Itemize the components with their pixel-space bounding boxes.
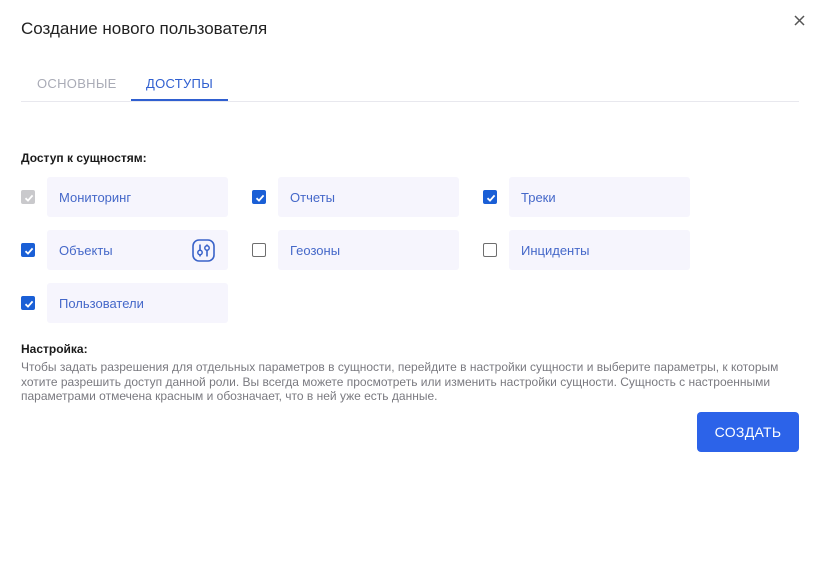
entity-label: Объекты (59, 243, 113, 258)
entity-label: Геозоны (290, 243, 341, 258)
close-icon[interactable] (790, 11, 808, 29)
settings-sliders-icon[interactable] (192, 239, 215, 262)
create-button[interactable]: СОЗДАТЬ (697, 412, 799, 452)
geozones-checkbox[interactable] (252, 243, 266, 257)
entity-label: Отчеты (290, 190, 335, 205)
monitoring-checkbox[interactable] (21, 190, 35, 204)
settings-description: Чтобы задать разрешения для отдельных па… (21, 360, 779, 404)
entity-box-reports[interactable]: Отчеты (278, 177, 459, 217)
tab-access[interactable]: ДОСТУПЫ (131, 70, 228, 101)
create-user-dialog: Создание нового пользователя ОСНОВНЫЕ ДО… (0, 0, 821, 566)
entity-box-objects[interactable]: Объекты (47, 230, 228, 270)
incidents-checkbox[interactable] (483, 243, 497, 257)
check-icon (24, 300, 34, 308)
entity-label: Пользователи (59, 296, 144, 311)
entities-section-label: Доступ к сущностям: (21, 151, 147, 165)
entity-box-tracks[interactable]: Треки (509, 177, 690, 217)
entity-box-incidents[interactable]: Инциденты (509, 230, 690, 270)
entity-label: Мониторинг (59, 190, 132, 205)
tracks-checkbox[interactable] (483, 190, 497, 204)
users-checkbox[interactable] (21, 296, 35, 310)
objects-checkbox[interactable] (21, 243, 35, 257)
entity-box-users[interactable]: Пользователи (47, 283, 228, 323)
entity-box-monitoring[interactable]: Мониторинг (47, 177, 228, 217)
settings-section-title: Настройка: (21, 342, 88, 356)
check-icon (24, 247, 34, 255)
reports-checkbox[interactable] (252, 190, 266, 204)
check-icon (486, 194, 496, 202)
entity-label: Треки (521, 190, 556, 205)
tab-bar: ОСНОВНЫЕ ДОСТУПЫ (21, 70, 799, 102)
entity-label: Инциденты (521, 243, 590, 258)
check-icon (255, 194, 265, 202)
check-icon (24, 194, 34, 202)
entity-box-geozones[interactable]: Геозоны (278, 230, 459, 270)
tab-main[interactable]: ОСНОВНЫЕ (37, 70, 117, 101)
dialog-title: Создание нового пользователя (21, 19, 268, 38)
